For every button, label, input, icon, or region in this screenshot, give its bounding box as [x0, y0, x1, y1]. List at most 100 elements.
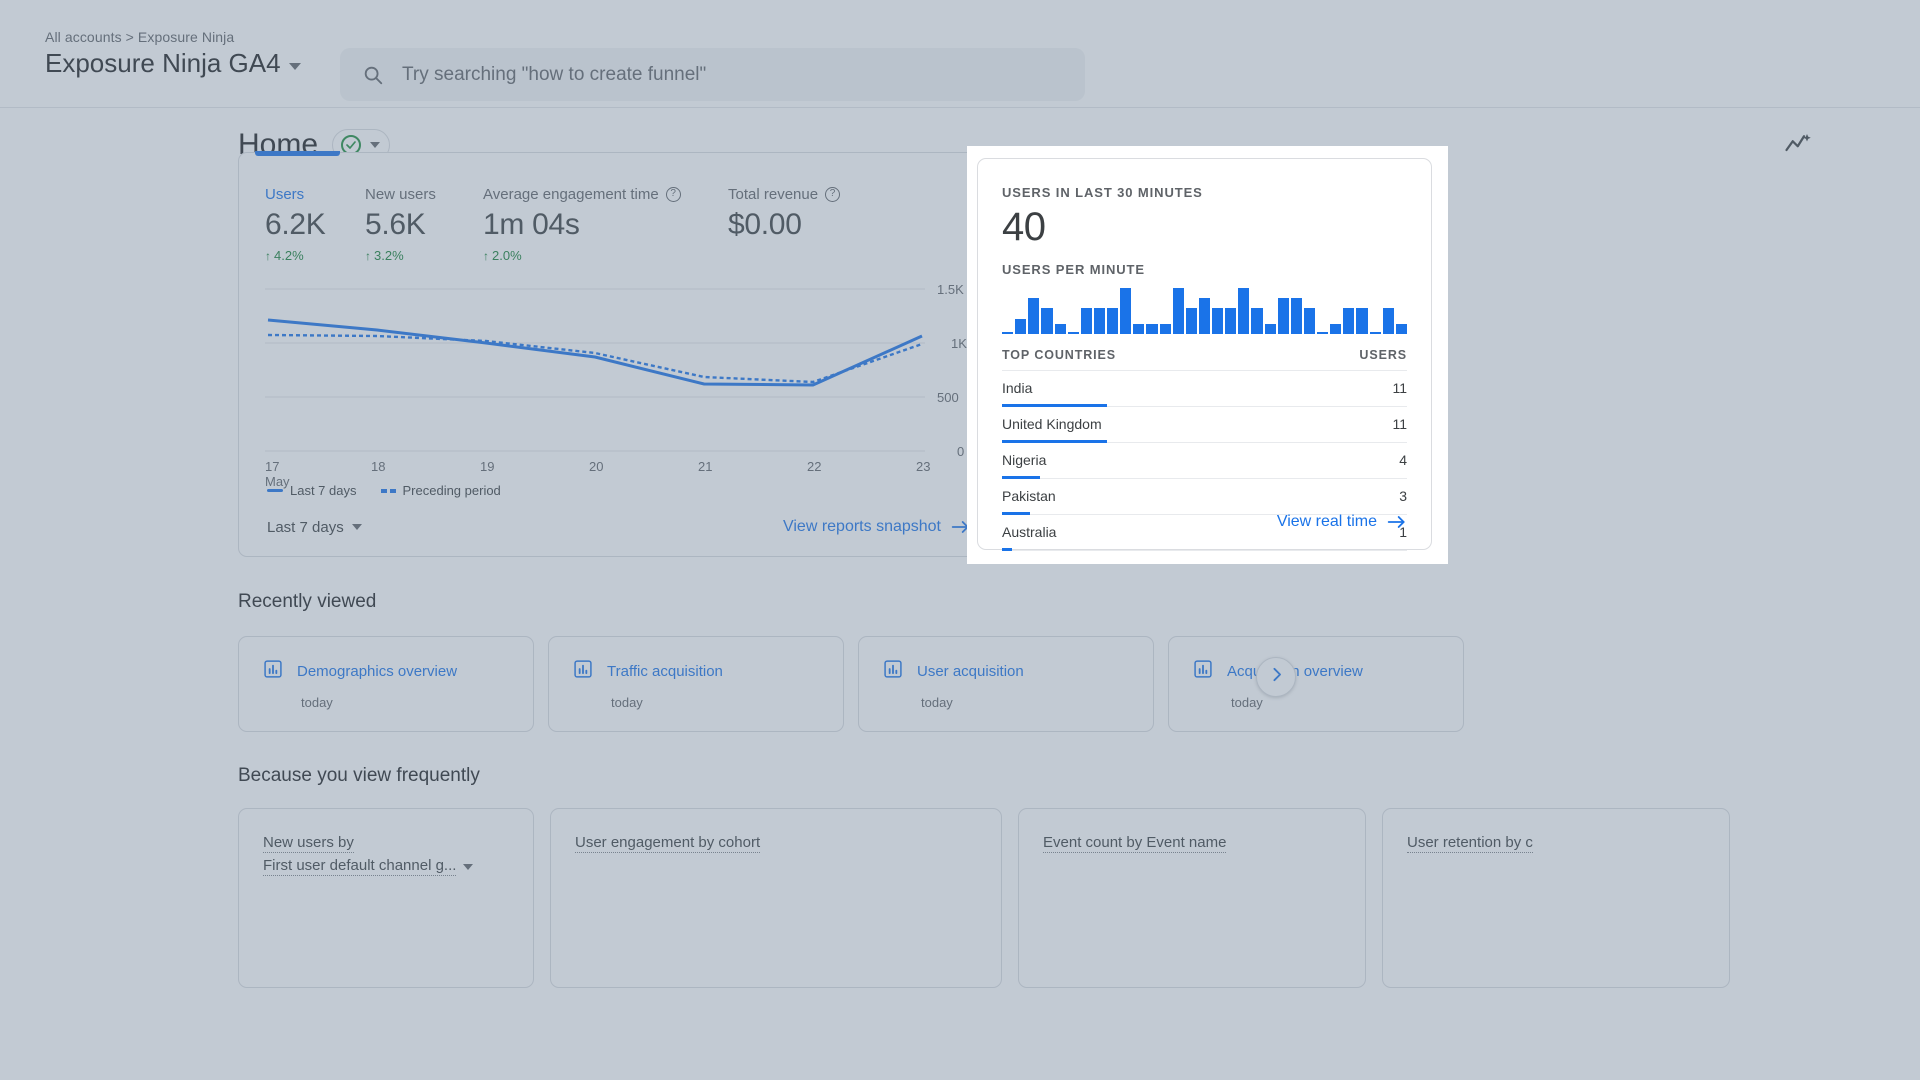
bar-chart-icon: [883, 659, 903, 684]
metric-label: Users: [265, 186, 305, 203]
top-bar: All accounts > Exposure Ninja Exposure N…: [0, 0, 1920, 108]
overview-card: Users 6.2K ↑ 4.2% New users 5.6K ↑ 3.2% …: [238, 151, 1000, 557]
sparkline-bar: [1067, 332, 1079, 334]
frequent-card[interactable]: Event count by Event name: [1018, 808, 1366, 988]
search-input[interactable]: Try searching "how to create funnel": [402, 64, 706, 86]
active-tab-indicator: [255, 151, 340, 156]
sparkline-bar: [1002, 332, 1014, 334]
metric-avg-engagement-time[interactable]: Average engagement time ? 1m 04s ↑ 2.0%: [483, 186, 728, 263]
chevron-right-icon: [1268, 666, 1285, 688]
chevron-down-icon[interactable]: [288, 62, 301, 70]
sparkline-bar: [1330, 324, 1342, 334]
sparkline-bar: [1225, 308, 1237, 334]
realtime-card-footer: View real time: [978, 495, 1431, 549]
help-icon[interactable]: ?: [665, 187, 681, 202]
chevron-down-icon[interactable]: [370, 142, 381, 148]
metric-label: Average engagement time: [483, 186, 659, 203]
bar-chart-icon: [573, 659, 593, 684]
sparkline-bar: [1107, 308, 1119, 334]
frequent-cards: New users by First user default channel …: [238, 808, 1730, 988]
account-selector[interactable]: All accounts > Exposure Ninja Exposure N…: [45, 29, 345, 79]
table-row[interactable]: United Kingdom 11: [1002, 407, 1407, 443]
sparkline-bar: [1146, 324, 1158, 334]
bar-chart-icon: [1193, 659, 1213, 684]
sparkline-bar: [1251, 308, 1263, 334]
metric-new-users[interactable]: New users 5.6K ↑ 3.2%: [365, 186, 483, 263]
realtime-users-value: 40: [1002, 205, 1046, 249]
svg-text:1K: 1K: [951, 336, 967, 351]
sparkline-bar: [1198, 298, 1210, 334]
table-row[interactable]: India 11: [1002, 371, 1407, 407]
view-real-time-link[interactable]: View real time: [1277, 513, 1407, 531]
sparkline-bar: [1317, 332, 1329, 334]
frequent-card[interactable]: New users by First user default channel …: [238, 808, 534, 988]
frequent-card[interactable]: User engagement by cohort: [550, 808, 1002, 988]
carousel-next-button[interactable]: [1256, 657, 1296, 697]
arrow-right-icon: [1387, 514, 1407, 530]
legend-label-previous: Preceding period: [402, 483, 501, 498]
svg-text:1.5K: 1.5K: [937, 282, 964, 297]
svg-text:23: 23: [916, 459, 930, 471]
help-icon[interactable]: ?: [825, 187, 841, 202]
metric-value: 5.6K: [365, 208, 426, 241]
chart-svg: 1.5K 1K 500 0 17 18 19 20 21 22 23: [265, 282, 967, 471]
metric-label: New users: [365, 186, 436, 203]
chart-legend: Last 7 days Preceding period: [267, 483, 501, 498]
sparkline-bar: [1382, 308, 1394, 334]
table-row[interactable]: Nigeria 4: [1002, 443, 1407, 479]
report-timestamp: today: [1231, 695, 1263, 710]
report-name: Demographics overview: [297, 663, 458, 680]
country-users: 11: [1392, 380, 1407, 396]
recently-viewed-card[interactable]: User acquisition today: [858, 636, 1154, 732]
metric-total-revenue[interactable]: Total revenue ? $0.00: [728, 186, 878, 263]
metric-delta: ↑ 2.0%: [483, 248, 522, 263]
sparkline-bar: [1080, 308, 1092, 334]
recently-viewed-card[interactable]: Demographics overview today: [238, 636, 534, 732]
recently-viewed-card[interactable]: Acquisition overview today: [1168, 636, 1464, 732]
legend-label-current: Last 7 days: [290, 483, 357, 498]
svg-text:19: 19: [480, 459, 494, 471]
report-timestamp: today: [921, 695, 953, 710]
sparkline-bar: [1238, 288, 1250, 334]
sparkline-bar: [1212, 308, 1224, 334]
sparkline-bar: [1185, 308, 1197, 334]
date-range-selector[interactable]: Last 7 days: [267, 519, 362, 536]
sparkline-bar: [1277, 298, 1289, 334]
sparkline-bar: [1369, 332, 1381, 334]
sparkline-bar: [1133, 324, 1145, 334]
sparkline-bar: [1120, 288, 1132, 334]
metric-value: 6.2K: [265, 208, 326, 241]
recently-viewed-title: Recently viewed: [238, 591, 377, 612]
account-name[interactable]: Exposure Ninja GA4: [45, 48, 281, 79]
chevron-down-icon[interactable]: [463, 863, 474, 870]
frequent-card-line1: User retention by c: [1407, 834, 1533, 853]
insights-trend-icon[interactable]: [1784, 130, 1814, 165]
recently-viewed-card[interactable]: Traffic acquisition today: [548, 636, 844, 732]
sparkline-bar: [1028, 298, 1040, 334]
country-name: India: [1002, 380, 1033, 396]
search-bar[interactable]: Try searching "how to create funnel": [340, 48, 1085, 101]
metrics-row: Users 6.2K ↑ 4.2% New users 5.6K ↑ 3.2% …: [265, 186, 878, 263]
metric-delta: ↑ 4.2%: [265, 248, 304, 263]
overview-card-footer: Last 7 days View reports snapshot: [239, 498, 999, 556]
sparkline-bar: [1015, 319, 1027, 334]
svg-text:0: 0: [957, 444, 964, 459]
metric-label: Total revenue: [728, 186, 819, 203]
realtime-users-caption: USERS IN LAST 30 MINUTES: [1002, 185, 1203, 200]
sparkline-bar: [1356, 308, 1368, 334]
view-reports-snapshot-link[interactable]: View reports snapshot: [783, 518, 971, 536]
users-per-minute-sparkline: [1002, 286, 1407, 334]
column-header-dimension: TOP COUNTRIES: [1002, 348, 1117, 362]
metric-value: $0.00: [728, 208, 802, 241]
frequent-card[interactable]: User retention by c: [1382, 808, 1730, 988]
users-line-chart: 1.5K 1K 500 0 17 18 19 20 21 22 23 May: [265, 281, 977, 489]
chevron-down-icon[interactable]: [351, 524, 362, 530]
metric-value: 1m 04s: [483, 208, 580, 241]
breadcrumb[interactable]: All accounts > Exposure Ninja: [45, 29, 345, 45]
frequent-card-line1: Event count by Event name: [1043, 834, 1227, 853]
frequent-card-dimension-selector[interactable]: First user default channel g...: [263, 857, 509, 876]
legend-dashed-swatch: [380, 488, 396, 493]
legend-solid-swatch: [267, 489, 283, 492]
svg-text:20: 20: [589, 459, 603, 471]
metric-users[interactable]: Users 6.2K ↑ 4.2%: [265, 186, 365, 263]
